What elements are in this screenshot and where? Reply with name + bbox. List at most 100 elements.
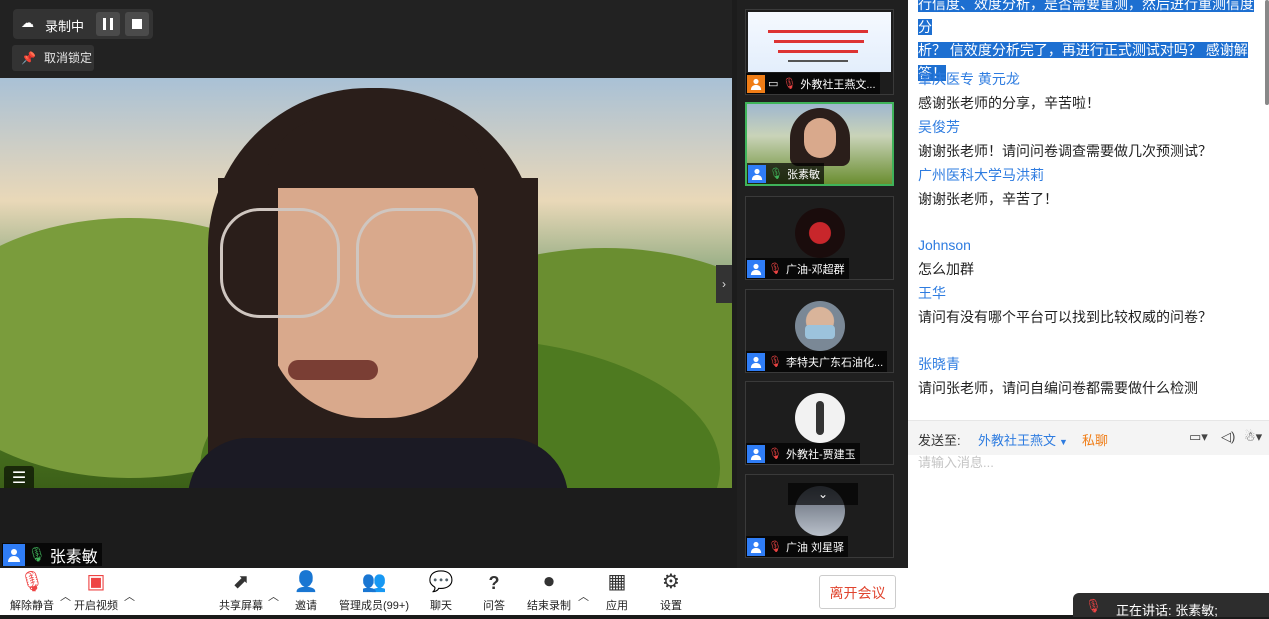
thumbnail-name: 外教社-贾建玉 [785, 448, 856, 461]
thumbnail-name: 外教社王燕文... [800, 78, 876, 91]
thumbnail-label: 🎙 广油 刘星驿 [746, 536, 849, 557]
share-screen-icon: ⬈ [232, 571, 250, 593]
unlock-pin-button[interactable]: 📌 取消锁定 [12, 45, 94, 71]
chat-text: 请问张老师，请问自编问卷都需要做什么检测 [918, 380, 1198, 396]
mic-muted-icon: 🎙 [19, 571, 45, 593]
chat-sender: 吴俊芳 [918, 119, 960, 135]
user-icon [747, 74, 765, 93]
thumbnail-1[interactable]: ▭ 🎙 外教社王燕文... [745, 9, 894, 95]
user-icon [748, 164, 766, 183]
settings-button[interactable]: ⚙ 设置 [641, 568, 701, 615]
thumbnail-2[interactable]: 🎙 张素敏 [745, 102, 894, 186]
speaker-mini-video [790, 108, 850, 166]
participants-icon[interactable]: ☃▾ [1244, 429, 1262, 445]
video-options-caret[interactable]: ︿ [124, 588, 135, 604]
chat-sender: 张晓青 [918, 356, 960, 372]
chat-text: 感谢张老师的分享，辛苦啦！ [918, 95, 1100, 111]
chat-text: 怎么加群 [918, 261, 974, 277]
participant-avatar [795, 208, 845, 258]
pause-recording-button[interactable] [96, 12, 120, 36]
main-video-area: ☰ ☁ 录制中 📌 取消锁定 🎙 张素敏 › ▭ 🎙 外教社王燕文... 🎙 张… [0, 0, 908, 568]
thumbnail-6[interactable]: ⌄ 🎙 广油 刘星驿 [745, 474, 894, 558]
volume-icon[interactable]: ◁) [1221, 429, 1235, 445]
thumbnail-5[interactable]: 🎙 外教社-贾建玉 [745, 381, 894, 465]
chat-text: 谢谢张老师，辛苦了！ [918, 191, 1058, 207]
invite-button[interactable]: 👤 邀请 [276, 568, 336, 615]
send-to-label: 发送至: [918, 433, 961, 448]
unmute-label: 解除静音 [10, 600, 54, 612]
private-chat-link[interactable]: 私聊 [1082, 430, 1108, 449]
user-icon [747, 352, 765, 371]
stop-record-button[interactable]: ⏺ 结束录制 [519, 568, 579, 615]
selected-text: 析？ 信效度分析完了，再进行正式测试对吗？ 感谢解 [918, 42, 1248, 58]
thumbnail-name: 广油-邓超群 [785, 263, 845, 276]
file-icon[interactable]: ▭▾ [1189, 429, 1208, 445]
chat-scrollbar[interactable] [1265, 0, 1269, 105]
thumbnail-3[interactable]: 🎙 广油-邓超群 [745, 196, 894, 280]
apps-icon: ▦ [607, 571, 627, 593]
apps-button[interactable]: ▦ 应用 [587, 568, 647, 615]
mic-muted-icon: 🎙 [768, 263, 782, 275]
participant-avatar [795, 393, 845, 443]
settings-label: 设置 [660, 600, 682, 612]
collapse-panel-button[interactable]: › [716, 265, 732, 303]
user-icon [747, 444, 765, 463]
chat-input[interactable]: 请输入消息... [918, 452, 1258, 472]
recipient-value: 外教社王燕文 [978, 433, 1057, 448]
chat-button[interactable]: 💬 聊天 [411, 568, 471, 615]
thumbnail-label: 🎙 广油-邓超群 [746, 258, 849, 279]
chat-label: 聊天 [430, 600, 452, 612]
thumbnail-name: 张素敏 [786, 168, 820, 181]
share-screen-button[interactable]: ⬈ 共享屏幕 [211, 568, 271, 615]
selected-text: 行信度、效度分析，是否需要重测，然后进行重测信度分 [918, 0, 1254, 35]
unlock-label: 取消锁定 [43, 51, 92, 65]
user-icon [747, 259, 765, 278]
speaker-person [168, 78, 588, 488]
list-view-icon[interactable]: ☰ [4, 466, 34, 488]
cloud-icon: ☁ [21, 15, 34, 30]
chevron-down-icon: ▼ [1059, 437, 1068, 447]
stop-icon [132, 19, 142, 29]
user-icon [3, 543, 25, 566]
speaking-label: 正在讲话: 张素敏; [1116, 603, 1218, 618]
manage-members-label: 管理成员(99+) [339, 600, 409, 612]
thumbnail-4[interactable]: 🎙 李特夫广东石油化... [745, 289, 894, 373]
participant-avatar [795, 301, 845, 351]
mic-muted-icon: 🎙 [1085, 598, 1102, 613]
add-user-icon: 👤 [293, 571, 319, 593]
thumbnail-label: 🎙 张素敏 [747, 163, 824, 184]
invite-label: 邀请 [295, 600, 317, 612]
leave-meeting-button[interactable]: 离开会议 [819, 575, 896, 609]
apps-label: 应用 [606, 600, 628, 612]
unmute-button[interactable]: 🎙 解除静音 [2, 568, 62, 615]
start-video-button[interactable]: ▣ 开启视频 [66, 568, 126, 615]
share-screen-label: 共享屏幕 [219, 600, 263, 612]
mic-on-icon: 🎙 [769, 168, 783, 180]
speaker-name: 张素敏 [49, 548, 98, 566]
chat-sender: 肇庆医专 黄元龙 [918, 71, 1020, 87]
chat-icon: 💬 [428, 571, 454, 593]
question-icon: ? [488, 573, 500, 593]
recording-indicator: ☁ 录制中 [13, 9, 153, 39]
chat-text: 请问有没有哪个平台可以找到比较权威的问卷？ [918, 309, 1212, 325]
qa-label: 问答 [483, 600, 505, 612]
speaker-name-tag: 🎙 张素敏 [2, 543, 102, 566]
thumbnail-name: 广油 刘星驿 [785, 541, 845, 554]
speaking-indicator: 🎙 正在讲话: 张素敏; [1073, 593, 1269, 618]
slide-preview [748, 12, 891, 72]
members-icon: 👥 [361, 571, 387, 593]
mic-on-icon: 🎙 [28, 546, 46, 562]
manage-members-button[interactable]: 👥 管理成员(99+) [339, 568, 409, 615]
scroll-down-button[interactable]: ⌄ [788, 483, 858, 505]
thumbnail-label: 🎙 外教社-贾建玉 [746, 443, 860, 464]
stop-recording-button[interactable] [125, 12, 149, 36]
user-icon [747, 537, 765, 556]
mic-muted-icon: 🎙 [768, 448, 782, 460]
recipient-dropdown[interactable]: 外教社王燕文 ▼ [978, 430, 1068, 449]
stop-record-icon: ⏺ [544, 571, 554, 593]
pin-icon: 📌 [21, 51, 36, 65]
mic-muted-icon: 🎙 [768, 541, 782, 553]
chat-panel: 行信度、效度分析，是否需要重测，然后进行重测信度分 析？ 信效度分析完了，再进行… [908, 0, 1269, 618]
qa-button[interactable]: ? 问答 [464, 568, 524, 615]
chat-compose-bar: 发送至: 外教社王燕文 ▼ 私聊 ▭▾ ◁) ☃▾ [908, 420, 1269, 455]
